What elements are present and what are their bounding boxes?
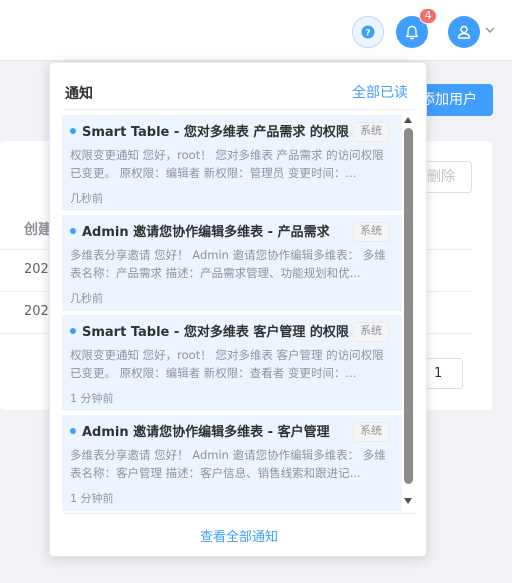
notification-item-title: Admin 邀请您协作编辑多维表 - 产品需求 [82,225,330,240]
notification-item-body: 权限变更通知 您好，root！ 您对多维表 客户管理 的访问权限已变更。 原权限… [70,348,384,380]
scroll-up-arrow-icon[interactable] [404,117,412,123]
notification-item-body: 权限变更通知 您好，root！ 您对多维表 产品需求 的访问权限已变更。 原权限… [70,148,384,180]
scroll-down-arrow-icon[interactable] [404,498,412,504]
notification-item-body: 多维表分享邀请 您好！ Admin 邀请您协作编辑多维表： 多维表名称：产品需求… [70,248,386,280]
notification-item-time: 1 分钟前 [70,392,114,405]
mark-all-read-link[interactable]: 全部已读 [352,82,408,102]
scrollbar-thumb[interactable] [404,128,413,484]
delete-button[interactable]: 删除 [420,161,472,193]
svg-text:?: ? [365,29,370,39]
notification-dropdown: 通知 全部已读 Smart Table - 您对多维表 产品需求 的权限... … [49,62,427,557]
notification-item[interactable]: Admin 邀请您协作编辑多维表 - 产品需求 系统 多维表分享邀请 您好！ A… [62,215,402,311]
unread-dot [70,428,76,434]
notification-item-time: 几秒前 [70,192,103,205]
divider [62,109,416,110]
notification-item-title: Smart Table - 您对多维表 客户管理 的权限... [82,325,350,340]
divider [62,513,416,514]
user-avatar-button[interactable] [448,16,480,48]
notification-tag: 系统 [353,422,389,442]
notification-tag: 系统 [353,322,389,342]
user-icon [457,25,471,39]
notification-item-time: 几秒前 [70,292,103,305]
notification-tag: 系统 [353,222,389,242]
notification-item[interactable]: Smart Table - 您对多维表 客户管理 的权限... 系统 权限变更通… [62,315,402,411]
unread-dot [70,228,76,234]
top-bar [0,0,512,61]
page-number-button[interactable]: 1 [423,358,463,389]
scrollbar[interactable] [404,115,414,507]
notification-item-body: 多维表分享邀请 您好！ Admin 邀请您协作编辑多维表： 多维表名称：客户管理… [70,448,386,480]
notification-item-time: 1 分钟前 [70,492,114,505]
notification-item-title: Smart Table - 您对多维表 产品需求 的权限... [82,125,350,140]
notification-item[interactable]: Smart Table - 您对多维表 产品需求 的权限... 系统 权限变更通… [62,115,402,211]
unread-dot [70,328,76,334]
view-all-notifications-link[interactable]: 查看全部通知 [50,526,428,545]
bell-icon [405,25,419,39]
notification-title: 通知 [65,86,93,102]
chevron-down-icon[interactable] [484,25,496,35]
notification-tag: 系统 [353,122,389,142]
question-circle-icon: ? [361,25,375,39]
column-header-created: 创建 [24,222,52,238]
help-button[interactable]: ? [352,16,384,48]
unread-badge: 4 [419,8,437,24]
notification-item-title: Admin 邀请您协作编辑多维表 - 客户管理 [82,425,330,440]
notification-item[interactable]: Admin 邀请您协作编辑多维表 - 客户管理 系统 多维表分享邀请 您好！ A… [62,415,402,511]
unread-dot [70,128,76,134]
